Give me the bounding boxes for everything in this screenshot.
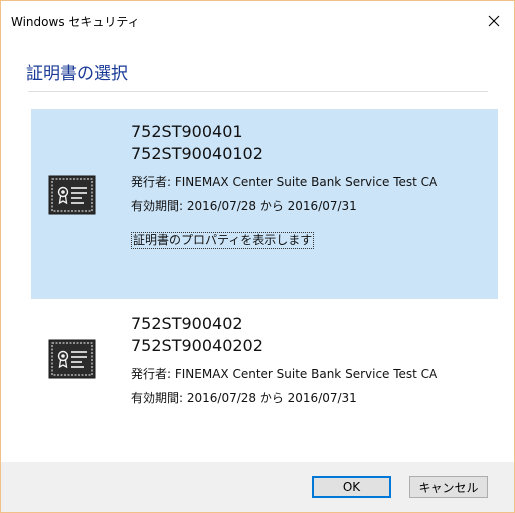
certificate-icon	[48, 339, 96, 379]
cancel-button[interactable]: キャンセル	[409, 476, 488, 498]
certificate-name-primary: 752ST900401	[131, 122, 243, 141]
certificate-item-1[interactable]: 752ST900401 752ST90040102 発行者: FINEMAX C…	[31, 109, 498, 299]
certificate-details: 752ST900401 752ST90040102 発行者: FINEMAX C…	[131, 121, 491, 249]
certificate-name-primary: 752ST900402	[131, 314, 243, 333]
certificate-name-secondary: 752ST90040202	[131, 336, 263, 355]
title-bar: Windows セキュリティ	[1, 1, 514, 41]
certificate-details: 752ST900402 752ST90040202 発行者: FINEMAX C…	[131, 313, 491, 406]
certificate-list: 752ST900401 752ST90040102 発行者: FINEMAX C…	[31, 109, 498, 437]
window-title: Windows セキュリティ	[11, 15, 140, 29]
certificate-issuer: 発行者: FINEMAX Center Suite Bank Service T…	[131, 175, 438, 189]
certificate-dialog: Windows セキュリティ 証明書の選択 752ST900401 752ST9…	[0, 0, 515, 513]
certificate-issuer: 発行者: FINEMAX Center Suite Bank Service T…	[131, 367, 438, 381]
certificate-validity: 有効期間: 2016/07/28 から 2016/07/31	[131, 199, 357, 213]
dialog-footer: OK キャンセル	[1, 462, 514, 512]
certificate-name-secondary: 752ST90040102	[131, 144, 263, 163]
close-icon	[488, 15, 500, 27]
certificate-item-2[interactable]: 752ST900402 752ST90040202 発行者: FINEMAX C…	[31, 307, 498, 437]
dialog-heading: 証明書の選択	[26, 64, 128, 84]
ok-button[interactable]: OK	[312, 476, 391, 498]
certificate-properties-link[interactable]: 証明書のプロパティを表示します	[131, 232, 315, 249]
certificate-validity: 有効期間: 2016/07/28 から 2016/07/31	[131, 391, 357, 405]
close-button[interactable]	[482, 9, 506, 33]
heading-divider	[28, 91, 488, 92]
certificate-icon	[48, 175, 96, 215]
